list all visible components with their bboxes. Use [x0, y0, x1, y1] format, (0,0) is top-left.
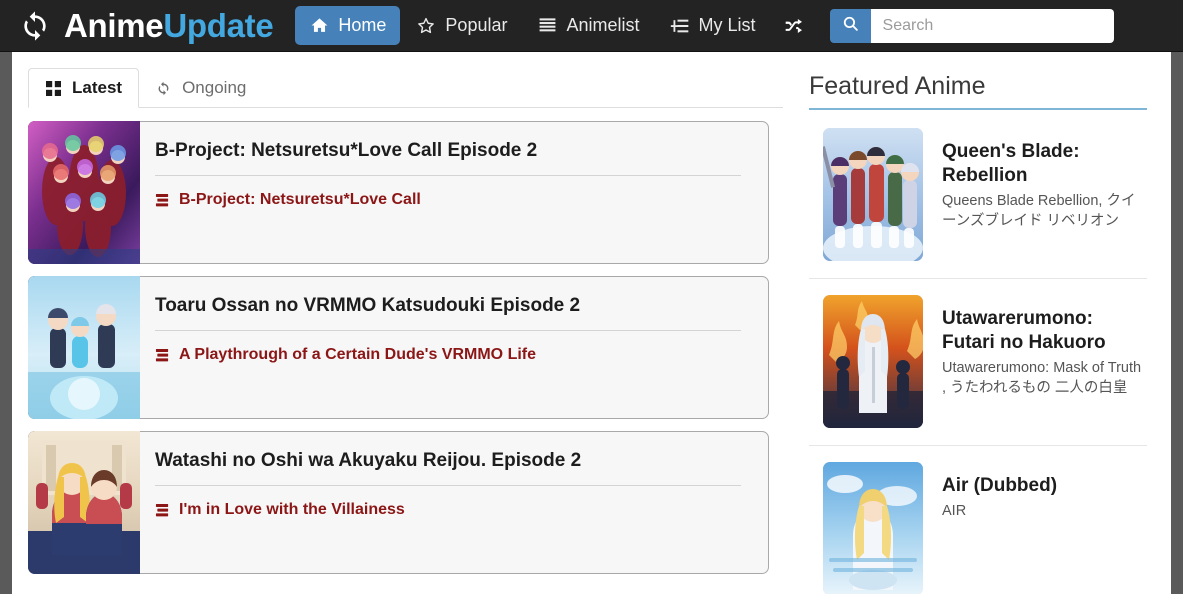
latest-episodes-column: Latest Ongoing B-Project: Netsuretsu*Lov… — [12, 52, 787, 594]
episode-thumbnail[interactable] — [28, 121, 140, 264]
tab-bar: Latest Ongoing — [28, 68, 783, 108]
episode-series-label: B-Project: Netsuretsu*Love Call — [179, 191, 421, 208]
search-input[interactable] — [870, 8, 1114, 43]
grid-icon — [43, 78, 63, 98]
content-shell: Latest Ongoing B-Project: Netsuretsu*Lov… — [12, 52, 1171, 594]
episode-series-link[interactable]: B-Project: Netsuretsu*Love Call — [155, 191, 741, 209]
nav-item-popular-label: Popular — [445, 15, 508, 35]
star-icon — [416, 16, 436, 36]
search-icon — [842, 15, 859, 37]
featured-alt-titles: Utawarerumono: Mask of Truth , うたわれるもの 二… — [942, 359, 1142, 396]
episode-card[interactable]: B-Project: Netsuretsu*Love Call Episode … — [28, 121, 769, 264]
shuffle-icon — [784, 16, 804, 36]
featured-item[interactable]: Utawarerumono: Futari no Hakuoro Utaware… — [809, 279, 1147, 446]
featured-thumbnail[interactable] — [823, 295, 923, 428]
episode-list: B-Project: Netsuretsu*Love Call Episode … — [28, 121, 787, 574]
search-bar — [829, 8, 1114, 43]
page-root: AnimeUpdate Home Popular Animelist My Li… — [0, 0, 1183, 594]
nav-item-home[interactable]: Home — [295, 6, 401, 45]
episode-series-link[interactable]: I'm in Love with the Villainess — [155, 501, 741, 519]
nav-item-home-label: Home — [338, 15, 387, 35]
home-icon — [309, 16, 329, 36]
featured-alt-titles: Queens Blade Rebellion, クイーンズブレイド リベリオン — [942, 192, 1136, 229]
sync-icon — [18, 9, 52, 43]
brand-update: Update — [163, 6, 274, 44]
episode-title[interactable]: B-Project: Netsuretsu*Love Call Episode … — [155, 132, 741, 176]
featured-title[interactable]: Queen's Blade: Rebellion — [942, 140, 1147, 188]
featured-anime-column: Featured Anime Queen's Blade: Rebellion … — [787, 52, 1171, 594]
main-navigation: Home Popular Animelist My List — [295, 6, 815, 45]
featured-thumbnail[interactable] — [823, 128, 923, 261]
tab-latest-label: Latest — [72, 78, 123, 97]
server-stack-icon — [155, 192, 171, 208]
featured-thumbnail[interactable] — [823, 462, 923, 594]
nav-item-popular[interactable]: Popular — [402, 6, 521, 45]
featured-title[interactable]: Air (Dubbed) — [942, 474, 1147, 498]
server-stack-icon — [155, 502, 171, 518]
tab-latest[interactable]: Latest — [28, 68, 140, 108]
brand-anime: Anime — [64, 6, 164, 44]
episode-series-link[interactable]: A Playthrough of a Certain Dude's VRMMO … — [155, 346, 741, 364]
nav-item-animelist[interactable]: Animelist — [523, 6, 653, 45]
nav-item-my-list[interactable]: My List — [656, 6, 770, 45]
featured-item[interactable]: Queen's Blade: Rebellion Queens Blade Re… — [809, 112, 1147, 279]
episode-title[interactable]: Watashi no Oshi wa Akuyaku Reijou. Episo… — [155, 442, 741, 486]
site-logo[interactable]: AnimeUpdate — [18, 6, 274, 45]
server-stack-icon — [155, 347, 171, 363]
episode-card[interactable]: Toaru Ossan no VRMMO Katsudouki Episode … — [28, 276, 769, 419]
featured-alt-titles: AIR — [942, 502, 967, 519]
search-button[interactable] — [829, 8, 871, 43]
brand-wordmark: AnimeUpdate — [64, 6, 274, 45]
tasks-indent-icon — [670, 16, 690, 36]
episode-thumbnail[interactable] — [28, 276, 140, 419]
episode-series-label: I'm in Love with the Villainess — [179, 501, 405, 518]
nav-item-animelist-label: Animelist — [566, 15, 640, 35]
episode-series-label: A Playthrough of a Certain Dude's VRMMO … — [179, 346, 537, 363]
list-bars-icon — [537, 16, 557, 36]
nav-item-my-list-label: My List — [698, 15, 756, 35]
tab-ongoing-label: Ongoing — [182, 78, 247, 97]
featured-item[interactable]: Air (Dubbed) AIR — [809, 446, 1147, 594]
episode-card[interactable]: Watashi no Oshi wa Akuyaku Reijou. Episo… — [28, 431, 769, 574]
featured-heading: Featured Anime — [809, 72, 1147, 110]
nav-item-random[interactable] — [772, 7, 816, 45]
tab-ongoing[interactable]: Ongoing — [139, 69, 262, 107]
top-navbar: AnimeUpdate Home Popular Animelist My Li… — [0, 0, 1183, 52]
featured-title[interactable]: Utawarerumono: Futari no Hakuoro — [942, 307, 1147, 355]
episode-title[interactable]: Toaru Ossan no VRMMO Katsudouki Episode … — [155, 287, 741, 331]
episode-thumbnail[interactable] — [28, 431, 140, 574]
refresh-icon — [153, 78, 173, 98]
